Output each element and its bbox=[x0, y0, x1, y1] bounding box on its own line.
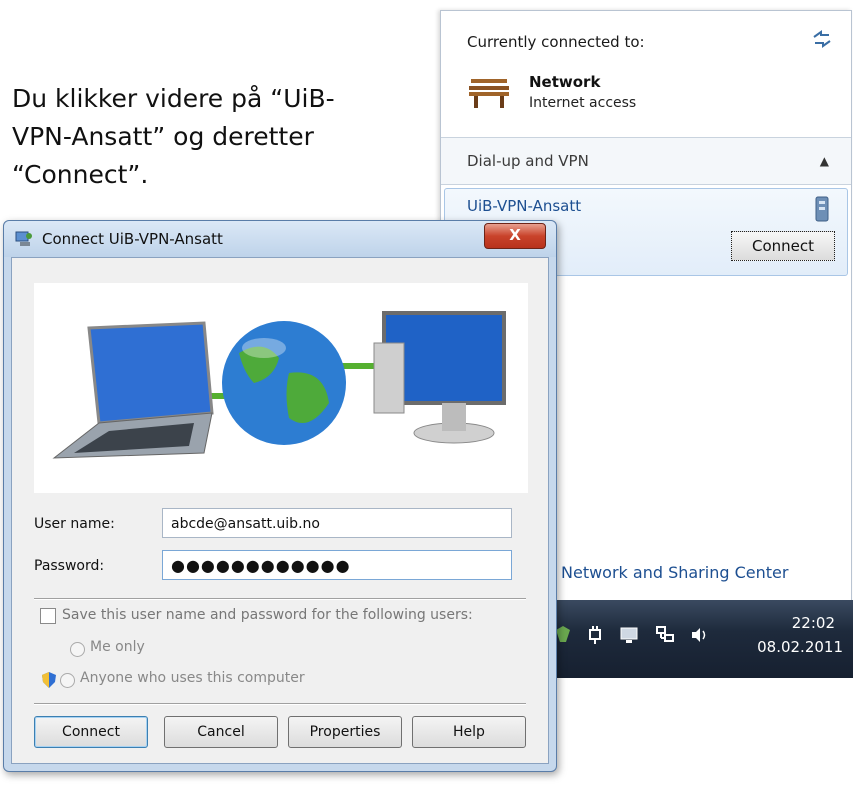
monitor-icon[interactable] bbox=[618, 624, 640, 646]
vpn-illustration bbox=[34, 283, 528, 493]
divider bbox=[34, 703, 526, 705]
instruction-text: Du klikker videre på “UiB- VPN-Ansatt” o… bbox=[12, 80, 362, 194]
cancel-button[interactable]: Cancel bbox=[164, 716, 278, 748]
save-credentials-label: Save this user name and password for the… bbox=[62, 607, 473, 623]
uac-shield-icon bbox=[42, 672, 56, 688]
bench-network-icon bbox=[469, 79, 509, 108]
network-name: Network bbox=[529, 73, 601, 91]
network-tray-icon[interactable] bbox=[654, 624, 676, 646]
chevron-up-icon[interactable]: ▲ bbox=[820, 154, 829, 168]
properties-button[interactable]: Properties bbox=[288, 716, 402, 748]
anyone-label: Anyone who uses this computer bbox=[80, 670, 305, 686]
connected-section: Currently connected to: Network Internet… bbox=[441, 11, 851, 136]
divider bbox=[34, 598, 526, 600]
instruction-line-3: “Connect”. bbox=[12, 160, 149, 189]
connect-dialog: Connect UiB-VPN-Ansatt X User name: abcd… bbox=[3, 220, 557, 772]
network-status: Internet access bbox=[529, 95, 637, 111]
password-label: Password: bbox=[34, 558, 105, 574]
help-button[interactable]: Help bbox=[412, 716, 526, 748]
clock-time[interactable]: 22:02 bbox=[792, 614, 835, 632]
flyout-connect-button[interactable]: Connect bbox=[731, 231, 835, 261]
username-input[interactable]: abcde@ansatt.uib.no bbox=[162, 508, 512, 538]
sharing-center-link[interactable]: Network and Sharing Center bbox=[561, 563, 788, 582]
connected-label: Currently connected to: bbox=[467, 33, 645, 51]
laptop-icon bbox=[87, 321, 214, 425]
me-only-label: Me only bbox=[90, 639, 145, 655]
dialog-titlebar[interactable]: Connect UiB-VPN-Ansatt X bbox=[4, 221, 556, 257]
vpn-name: UiB-VPN-Ansatt bbox=[467, 197, 582, 215]
password-input[interactable]: ●●●●●●●●●●●● bbox=[162, 550, 512, 580]
divider bbox=[441, 184, 851, 185]
power-plug-icon[interactable] bbox=[584, 624, 606, 646]
instruction-line-1: Du klikker videre på “UiB- bbox=[12, 84, 335, 113]
clock-date[interactable]: 08.02.2011 bbox=[757, 638, 843, 656]
instruction-line-2: VPN-Ansatt” og deretter bbox=[12, 122, 314, 151]
save-credentials-checkbox[interactable] bbox=[40, 608, 56, 624]
connect-button[interactable]: Connect bbox=[34, 716, 148, 748]
globe-icon bbox=[222, 321, 346, 445]
close-button[interactable]: X bbox=[484, 223, 546, 249]
me-only-radio[interactable] bbox=[70, 642, 85, 657]
dialup-vpn-label: Dial-up and VPN bbox=[467, 152, 589, 170]
vpn-icon bbox=[815, 196, 829, 222]
volume-icon[interactable] bbox=[688, 624, 710, 646]
refresh-icon[interactable] bbox=[811, 29, 833, 49]
vpn-dialog-icon bbox=[15, 231, 32, 246]
username-label: User name: bbox=[34, 516, 115, 532]
dialog-client-area: User name: abcde@ansatt.uib.no Password:… bbox=[11, 257, 549, 764]
dialog-title: Connect UiB-VPN-Ansatt bbox=[42, 230, 223, 248]
dialup-vpn-header[interactable]: Dial-up and VPN ▲ bbox=[441, 138, 851, 184]
anyone-radio[interactable] bbox=[60, 673, 75, 688]
